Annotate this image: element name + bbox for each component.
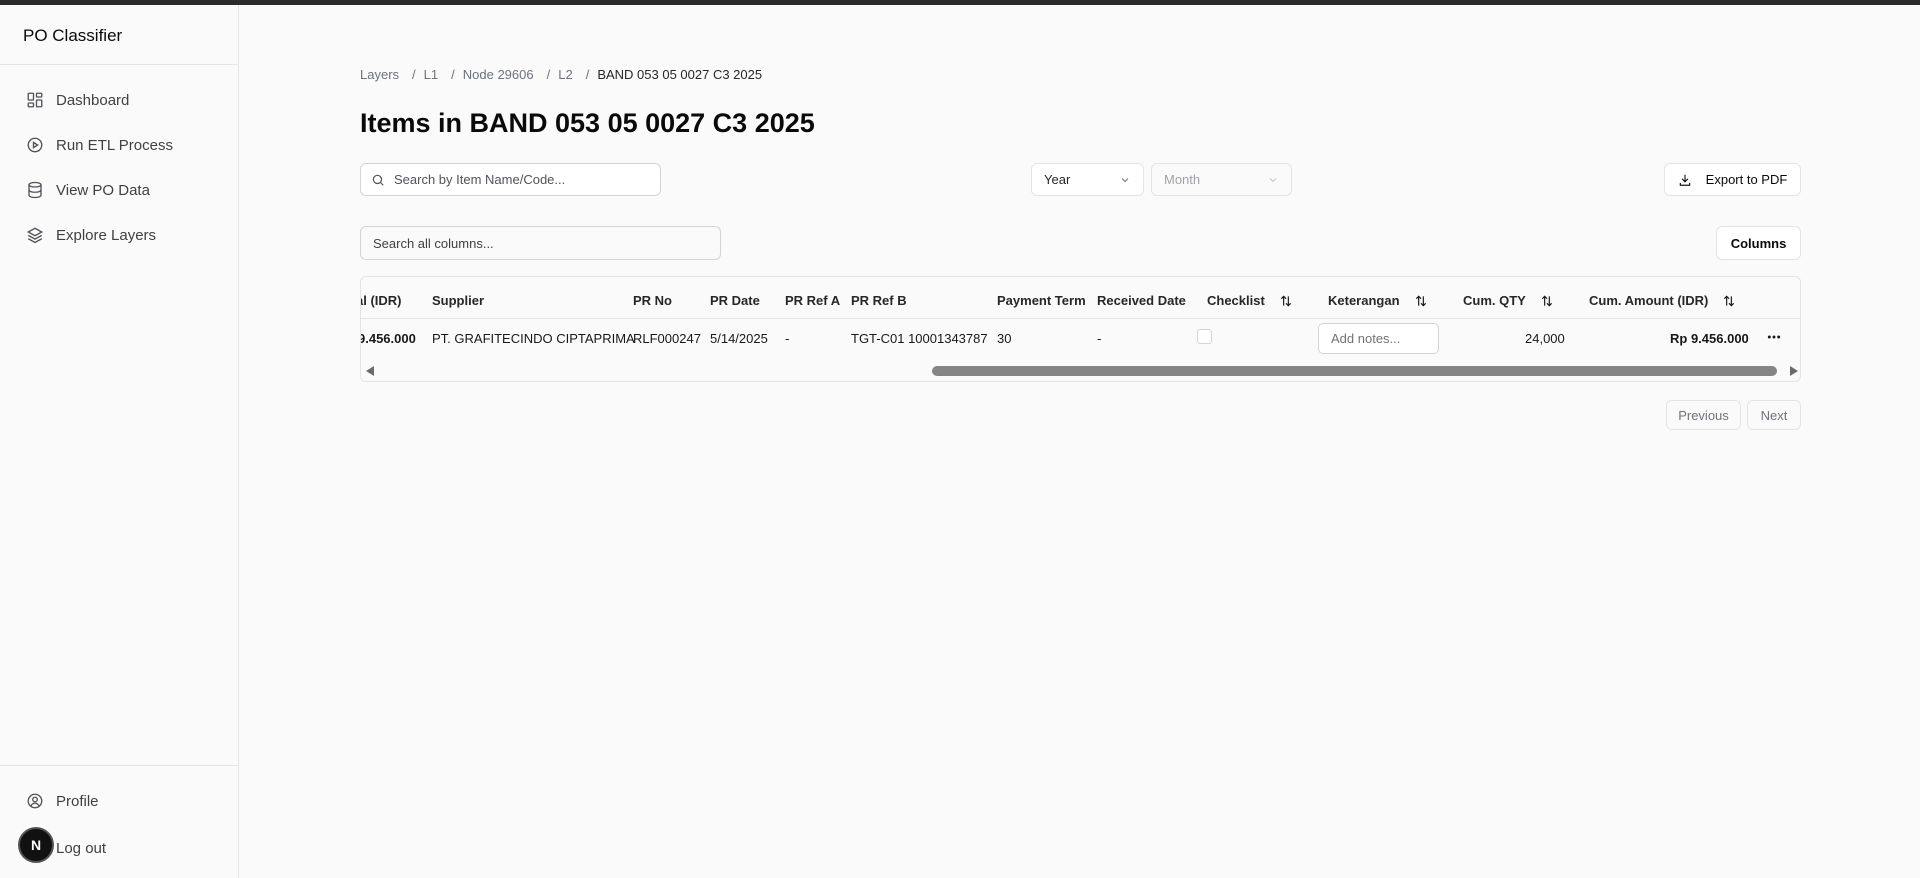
column-header-pr-no[interactable]: PR No — [633, 293, 672, 308]
sidebar-item-label: Profile — [56, 792, 99, 810]
database-icon — [28, 181, 42, 199]
notes-input[interactable] — [1318, 323, 1439, 354]
export-pdf-button[interactable]: Export to PDF — [1664, 163, 1801, 196]
chevron-down-icon — [1121, 177, 1129, 182]
month-select-label: Month — [1164, 172, 1201, 187]
checklist-checkbox[interactable] — [1197, 329, 1212, 344]
scroll-right-arrow-icon[interactable] — [1790, 366, 1798, 376]
items-table: al (IDR) Supplier PR No PR Date PR Ref A… — [360, 276, 1801, 382]
breadcrumb-current: BAND 053 05 0027 C3 2025 — [597, 67, 763, 82]
sidebar-item-dashboard[interactable]: Dashboard — [0, 85, 238, 115]
sidebar-item-view-po-data[interactable]: View PO Data — [0, 175, 238, 205]
breadcrumb-item-l1[interactable]: L1 — [424, 67, 438, 82]
column-header-pr-ref-b[interactable]: PR Ref B — [851, 293, 907, 308]
chevron-down-icon — [1269, 177, 1277, 182]
search-icon — [372, 174, 384, 186]
sidebar-item-label: Explore Layers — [56, 226, 157, 244]
sort-icon[interactable] — [1540, 294, 1554, 308]
column-header-keterangan[interactable]: Keterangan — [1328, 293, 1428, 308]
dashboard-icon — [27, 92, 43, 108]
cell-pr-no: RLF000247 — [633, 331, 701, 346]
breadcrumb-item-l2[interactable]: L2 — [558, 67, 572, 82]
download-icon — [1679, 174, 1690, 186]
breadcrumb-item-layers[interactable]: Layers — [360, 67, 399, 82]
item-search-input[interactable] — [394, 172, 634, 187]
sidebar-item-run-etl[interactable]: Run ETL Process — [0, 130, 238, 160]
sidebar-item-label: Run ETL Process — [56, 136, 173, 154]
breadcrumb-separator: / — [546, 67, 551, 82]
cell-cum-amount: Rp 9.456.000 — [1670, 331, 1749, 346]
sort-icon[interactable] — [1414, 294, 1428, 308]
scrollbar-thumb[interactable] — [932, 366, 1777, 376]
column-header-payment-term[interactable]: Payment Term — [997, 293, 1086, 308]
user-circle-icon — [27, 793, 43, 809]
columns-button[interactable]: Columns — [1716, 226, 1801, 260]
sort-icon[interactable] — [1722, 294, 1736, 308]
breadcrumb-item-node[interactable]: Node 29606 — [463, 67, 534, 82]
breadcrumb-separator: / — [585, 67, 590, 82]
column-header-cum-qty[interactable]: Cum. QTY — [1463, 293, 1554, 308]
row-actions-button[interactable] — [1764, 327, 1784, 347]
column-header-label: Keterangan — [1328, 293, 1400, 308]
cell-pr-ref-b: TGT-C01 10001343787 — [851, 331, 988, 346]
breadcrumb: Layers / L1 / Node 29606 / L2 / BAND 053… — [360, 67, 762, 82]
app-title: PO Classifier — [0, 5, 238, 65]
column-header-checklist[interactable]: Checklist — [1207, 293, 1293, 308]
column-header-pr-ref-a[interactable]: PR Ref A — [785, 293, 840, 308]
column-header-label: Cum. QTY — [1463, 293, 1526, 308]
cell-supplier: PT. GRAFITECINDO CIPTAPRIMA — [432, 331, 635, 346]
export-pdf-label: Export to PDF — [1705, 172, 1788, 187]
layers-icon — [26, 227, 44, 244]
column-header-total[interactable]: al (IDR) — [361, 293, 402, 308]
column-header-label: Checklist — [1207, 293, 1265, 308]
breadcrumb-separator: / — [412, 67, 416, 82]
year-select[interactable]: Year — [1031, 163, 1144, 196]
breadcrumb-separator: / — [451, 67, 455, 82]
table-header-divider — [361, 318, 1800, 319]
sort-icon[interactable] — [1279, 294, 1293, 308]
sidebar: PO Classifier Dashboard Run ETL Process … — [0, 5, 239, 878]
column-header-pr-date[interactable]: PR Date — [710, 293, 760, 308]
next-page-button[interactable]: Next — [1747, 400, 1801, 430]
cell-pr-ref-a: - — [785, 331, 790, 346]
cell-total: 9.456.000 — [360, 331, 416, 346]
column-header-supplier[interactable]: Supplier — [432, 293, 484, 308]
more-horizontal-icon — [1767, 335, 1781, 339]
item-search-field[interactable] — [360, 163, 661, 196]
sidebar-item-profile[interactable]: Profile — [0, 786, 238, 816]
month-select[interactable]: Month — [1151, 163, 1292, 196]
horizontal-scrollbar[interactable] — [361, 364, 1800, 378]
dev-tools-badge[interactable]: N — [18, 827, 54, 863]
cell-payment-term: 30 — [997, 331, 1012, 346]
cell-pr-date: 5/14/2025 — [710, 331, 768, 346]
column-header-label: Cum. Amount (IDR) — [1589, 293, 1709, 308]
year-select-label: Year — [1044, 172, 1071, 187]
column-header-received-date[interactable]: Received Date — [1097, 293, 1186, 308]
cell-cum-qty: 24,000 — [1525, 331, 1565, 346]
page-title: Items in BAND 053 05 0027 C3 2025 — [360, 108, 815, 138]
main-content: Layers / L1 / Node 29606 / L2 / BAND 053… — [240, 5, 1920, 878]
sidebar-nav: Dashboard Run ETL Process View PO Data E… — [0, 65, 238, 250]
sidebar-item-label: Dashboard — [56, 91, 130, 109]
sidebar-item-label: View PO Data — [56, 181, 150, 199]
play-circle-icon — [27, 137, 43, 153]
column-header-cum-amount[interactable]: Cum. Amount (IDR) — [1589, 293, 1736, 308]
cell-received-date: - — [1097, 331, 1102, 346]
sidebar-item-explore-layers[interactable]: Explore Layers — [0, 220, 238, 250]
sidebar-item-label: Log out — [56, 839, 107, 857]
global-search-field[interactable] — [360, 226, 721, 260]
global-search-input[interactable] — [373, 235, 703, 251]
previous-page-button[interactable]: Previous — [1666, 400, 1741, 430]
scroll-left-arrow-icon[interactable] — [366, 366, 374, 376]
